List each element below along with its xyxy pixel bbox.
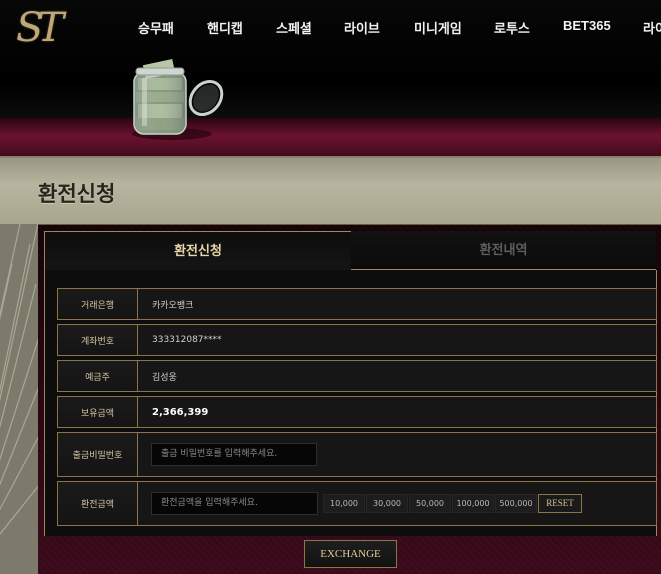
nav-item-bet365[interactable]: BET365 [563, 18, 611, 33]
password-input[interactable]: 출금 비밀번호를 입력해주세요. [151, 443, 317, 466]
form-row-balance: 보유금액 2,366,399 [57, 396, 657, 428]
quick-amount-30000-button[interactable]: 30,000 [366, 494, 408, 513]
holder-label: 예금주 [58, 361, 138, 391]
quick-amount-50000-button[interactable]: 50,000 [409, 494, 451, 513]
amount-label: 환전금액 [58, 482, 138, 525]
tab-exchange-history[interactable]: 환전내역 [351, 231, 656, 270]
account-label: 계좌번호 [58, 325, 138, 355]
nav-item-lotus[interactable]: 로투스 [494, 18, 530, 37]
top-header: ST 승무패 핸디캡 스페셜 라이브 미니게임 로투스 BET365 라이 [0, 0, 661, 118]
quick-amount-10000-button[interactable]: 10,000 [323, 494, 365, 513]
amount-input[interactable]: 환전금액을 입력해주세요. [151, 492, 318, 515]
nav-item-live[interactable]: 라이브 [344, 18, 380, 37]
header-banner [0, 118, 661, 158]
nav-item-win-draw-lose[interactable]: 승무패 [138, 18, 174, 37]
nav-item-special[interactable]: 스페셜 [276, 18, 312, 37]
tab-exchange-request[interactable]: 환전신청 [44, 231, 352, 270]
bank-value: 카카오뱅크 [152, 300, 194, 311]
exchange-form: 거래은행 카카오뱅크 계좌번호 333312087**** 예금주 김성웅 보유… [44, 270, 657, 536]
form-row-holder: 예금주 김성웅 [57, 360, 657, 392]
password-label: 출금비밀번호 [58, 433, 138, 476]
page-title: 환전신청 [38, 183, 116, 206]
money-jar-icon [132, 59, 224, 140]
exchange-submit-button[interactable]: EXCHANGE [304, 540, 397, 568]
reset-button[interactable]: RESET [538, 494, 582, 513]
quick-amount-500000-button[interactable]: 500,000 [495, 494, 537, 513]
exchange-panel: 환전신청 환전내역 거래은행 카카오뱅크 계좌번호 333312087**** … [38, 224, 661, 574]
form-row-amount: 환전금액 환전금액을 입력해주세요. 10,000 30,000 50,000 … [57, 481, 657, 526]
nav-item-live-cut[interactable]: 라이 [643, 18, 661, 37]
site-logo[interactable]: ST [16, 6, 96, 50]
balance-value: 2,366,399 [152, 406, 209, 418]
form-row-password: 출금비밀번호 출금 비밀번호를 입력해주세요. [57, 432, 657, 477]
nav-item-minigame[interactable]: 미니게임 [414, 18, 462, 37]
bank-label: 거래은행 [58, 289, 138, 319]
quick-amount-100000-button[interactable]: 100,000 [452, 494, 494, 513]
account-value: 333312087**** [152, 335, 222, 345]
form-row-account: 계좌번호 333312087**** [57, 324, 657, 356]
balance-label: 보유금액 [58, 397, 138, 427]
nav-item-handicap[interactable]: 핸디캡 [207, 18, 243, 37]
holder-value: 김성웅 [152, 372, 177, 383]
form-row-bank: 거래은행 카카오뱅크 [57, 288, 657, 320]
